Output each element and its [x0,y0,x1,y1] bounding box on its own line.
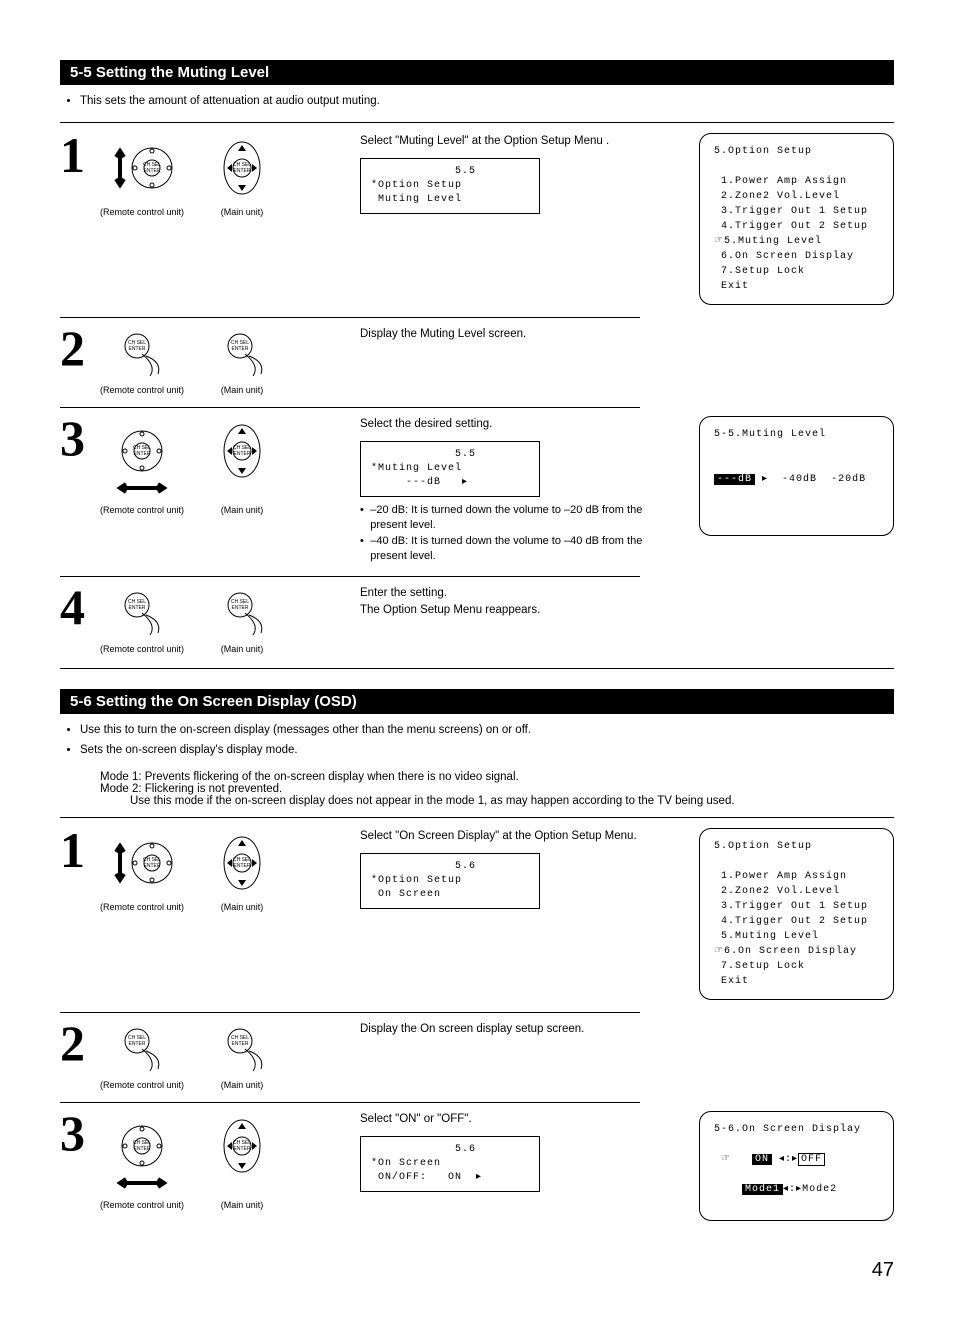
svg-text:ENTER: ENTER [232,1041,249,1047]
svg-text:ENTER: ENTER [129,1041,146,1047]
step-56-3: 3 CH SELENTER (Remote control unit) CH S… [60,1107,894,1229]
lcd-display: 5.6 *On Screen ON/OFF: ON ▸ [360,1136,540,1192]
divider [60,1102,640,1103]
bullet-item: –40 dB: It is turned down the volume to … [370,534,660,565]
remote-enter-press-icon: CH SELENTER [102,585,182,640]
intro-56-text2: Sets the on-screen display's display mod… [80,742,894,759]
divider [60,407,640,408]
intro-56-text1: Use this to turn the on-screen display (… [80,722,894,739]
bullet-list: •–20 dB: It is turned down the volume to… [360,503,660,565]
svg-text:ENTER: ENTER [134,451,151,457]
remote-dpad-updown-icon: CH SELENTER [102,133,182,203]
bullet-item: –20 dB: It is turned down the volume to … [370,503,660,534]
caption-main: (Main unit) [221,644,264,654]
remote-enter-press-icon: CH SELENTER [102,326,182,381]
divider [60,668,894,669]
osd-option-setup-56: 5.Option Setup 1.Power Amp Assign 2.Zone… [699,828,894,1000]
svg-text:ENTER: ENTER [129,346,146,352]
main-dpad-updown-icon: CH SELENTER [212,828,272,898]
step-instruction: Select "On Screen Display" at the Option… [360,828,660,845]
svg-text:ENTER: ENTER [234,1146,251,1152]
caption-remote: (Remote control unit) [100,902,184,912]
intro-55-text: This sets the amount of attenuation at a… [80,93,894,110]
caption-remote: (Remote control unit) [100,207,184,217]
remote-dpad-all-icon: CH SELENTER [102,1111,182,1196]
lcd-display: 5.5 *Option Setup Muting Level [360,158,540,214]
caption-main: (Main unit) [221,1080,264,1090]
lcd-display: 5.5 *Muting Level ---dB ▸ [360,441,540,497]
step-55-3: 3 CH SELENTER (Remote control unit) CH S… [60,412,894,572]
main-enter-press-icon: CH SELENTER [212,585,272,640]
step-instruction: Enter the setting. [360,585,660,602]
step-instruction: Display the On screen display setup scre… [360,1021,660,1038]
caption-remote: (Remote control unit) [100,644,184,654]
svg-text:ENTER: ENTER [234,168,251,174]
divider [60,817,894,818]
main-enter-press-icon: CH SELENTER [212,326,272,381]
divider [60,576,640,577]
main-dpad-all-icon: CH SELENTER [212,416,272,501]
svg-text:ENTER: ENTER [232,605,249,611]
main-dpad-updown-icon: CH SELENTER [212,133,272,203]
step-56-2: 2 CH SELENTER (Remote control unit) CH S… [60,1017,894,1098]
mode2b-text: Use this mode if the on-screen display d… [130,795,894,807]
caption-main: (Main unit) [221,902,264,912]
remote-dpad-updown-icon: CH SELENTER [102,828,182,898]
step-number: 2 [60,326,100,371]
step-55-1: 1 CH SELENTER (Remote control unit) CH S… [60,129,894,313]
osd-muting-level: 5-5.Muting Level ---dB ▸ -40dB -20dB [699,416,894,536]
caption-remote: (Remote control unit) [100,505,184,515]
caption-main: (Main unit) [221,1200,264,1210]
remote-enter-press-icon: CH SELENTER [102,1021,182,1076]
step-instruction: Select "Muting Level" at the Option Setu… [360,133,660,150]
caption-main: (Main unit) [221,207,264,217]
svg-text:ENTER: ENTER [144,863,161,869]
svg-text:ENTER: ENTER [234,863,251,869]
step-number: 4 [60,585,100,630]
divider [60,317,640,318]
main-dpad-all-icon: CH SELENTER [212,1111,272,1196]
caption-remote: (Remote control unit) [100,1080,184,1090]
svg-text:ENTER: ENTER [129,605,146,611]
step-56-1: 1 CH SELENTER (Remote control unit) CH S… [60,824,894,1008]
caption-remote: (Remote control unit) [100,1200,184,1210]
remote-dpad-all-icon: CH SELENTER [102,416,182,501]
step-55-4: 4 CH SELENTER (Remote control unit) CH S… [60,581,894,662]
divider [60,122,894,123]
caption-main: (Main unit) [221,505,264,515]
svg-text:ENTER: ENTER [232,346,249,352]
page-number: 47 [60,1259,894,1282]
lcd-display: 5.6 *Option Setup On Screen [360,853,540,909]
step-number: 2 [60,1021,100,1066]
divider [60,1012,640,1013]
step-instruction: Display the Muting Level screen. [360,326,660,343]
caption-main: (Main unit) [221,385,264,395]
step-number: 1 [60,133,100,178]
svg-text:ENTER: ENTER [234,451,251,457]
step-number: 3 [60,416,100,461]
step-instruction: Select the desired setting. [360,416,660,433]
section-header-56: 5-6 Setting the On Screen Display (OSD) [60,689,894,714]
step-instruction: Select "ON" or "OFF". [360,1111,660,1128]
osd-onscreen-display: 5-6.On Screen Display ☞ ON ◂:▸OFF Mode1◂… [699,1111,894,1221]
caption-remote: (Remote control unit) [100,385,184,395]
step-number: 1 [60,828,100,873]
mode1-text: Mode 1: Prevents flickering of the on-sc… [100,771,894,783]
osd-option-setup-55: 5.Option Setup 1.Power Amp Assign 2.Zone… [699,133,894,305]
step-55-2: 2 CH SELENTER (Remote control unit) CH S… [60,322,894,403]
svg-text:ENTER: ENTER [134,1146,151,1152]
svg-text:ENTER: ENTER [144,168,161,174]
intro-55: This sets the amount of attenuation at a… [80,93,894,110]
step-instruction-2: The Option Setup Menu reappears. [360,602,660,619]
mode2-text: Mode 2: Flickering is not prevented. [100,783,894,795]
step-number: 3 [60,1111,100,1156]
main-enter-press-icon: CH SELENTER [212,1021,272,1076]
section-header-55: 5-5 Setting the Muting Level [60,60,894,85]
intro-56: Use this to turn the on-screen display (… [80,722,894,759]
